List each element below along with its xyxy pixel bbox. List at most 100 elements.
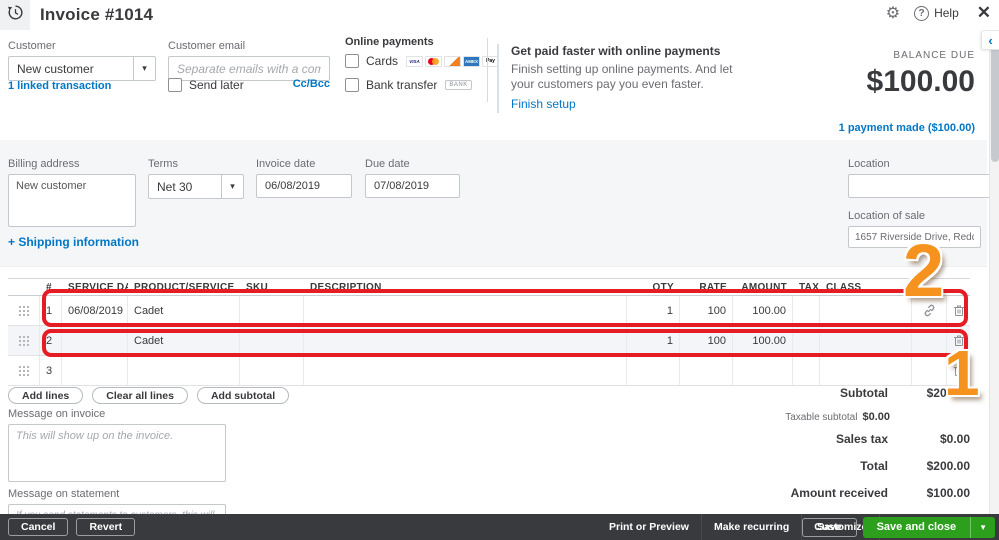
col-header-description: DESCRIPTION	[310, 281, 382, 293]
amount-cell[interactable]: 100.00	[733, 296, 793, 325]
sales-tax-label: Sales tax	[835, 432, 888, 446]
product-cell[interactable]: Cadet	[128, 326, 240, 355]
amount-received-value: $100.00	[926, 486, 970, 500]
col-header-amount: AMOUNT	[741, 281, 787, 293]
balance-due-label: BALANCE DUE	[893, 50, 975, 61]
qty-cell[interactable]: 1	[627, 326, 680, 355]
table-row[interactable]: 1 06/08/2019 Cadet 1 100 100.00	[8, 296, 970, 326]
make-recurring-button[interactable]: Make recurring	[702, 521, 801, 533]
cancel-button[interactable]: Cancel	[8, 518, 69, 536]
gear-icon[interactable]: ⚙	[886, 3, 900, 23]
top-bar: Invoice #1014 ⚙ ? Help ✕	[0, 0, 999, 30]
tax-cell[interactable]	[793, 296, 820, 325]
ccbcc-link[interactable]: Cc/Bcc	[293, 78, 330, 90]
description-cell[interactable]	[304, 356, 627, 385]
shipping-information-link[interactable]: + Shipping information	[8, 235, 139, 249]
due-date-input[interactable]	[365, 174, 460, 198]
revert-button[interactable]: Revert	[76, 518, 136, 536]
mastercard-icon	[425, 55, 443, 67]
chevron-down-icon[interactable]: ▼	[970, 516, 995, 538]
send-later-checkbox[interactable]	[168, 78, 182, 92]
card-brand-icons: VISA AMEX Pay	[406, 55, 500, 67]
location-of-sale-input[interactable]	[848, 226, 981, 248]
print-or-preview-button[interactable]: Print or Preview	[597, 521, 701, 533]
cards-checkbox[interactable]	[345, 54, 359, 68]
amount-cell[interactable]	[733, 356, 793, 385]
class-cell[interactable]	[820, 296, 912, 325]
row-number: 3	[40, 356, 62, 385]
recent-transactions-button[interactable]	[0, 0, 30, 30]
col-header-rate: RATE	[699, 281, 727, 293]
invoice-details-band: Billing address New customer Terms Net 3…	[0, 140, 999, 267]
rate-cell[interactable]: 100	[680, 296, 733, 325]
table-row[interactable]: 2 Cadet 1 100 100.00	[8, 326, 970, 356]
save-and-close-button[interactable]: Save and close ▼	[862, 516, 995, 538]
billing-address-input[interactable]: New customer	[8, 174, 136, 227]
drag-handle-icon[interactable]	[18, 365, 29, 376]
trash-icon[interactable]	[953, 334, 965, 347]
collapse-panel-button[interactable]: ‹	[981, 30, 999, 50]
sku-cell[interactable]	[240, 326, 304, 355]
qty-cell[interactable]: 1	[627, 296, 680, 325]
service-date-cell[interactable]: 06/08/2019	[62, 296, 128, 325]
class-cell[interactable]	[820, 326, 912, 355]
location-input[interactable]	[848, 174, 999, 198]
amount-cell[interactable]: 100.00	[733, 326, 793, 355]
trash-icon[interactable]	[953, 304, 965, 317]
trash-icon[interactable]	[953, 364, 965, 377]
close-icon[interactable]: ✕	[977, 3, 991, 23]
balance-due-amount: $100.00	[866, 65, 975, 98]
sku-cell[interactable]	[240, 296, 304, 325]
add-lines-button[interactable]: Add lines	[8, 387, 84, 404]
drag-handle-icon[interactable]	[18, 305, 29, 316]
subtotal-label: Subtotal	[840, 386, 888, 400]
class-cell[interactable]	[820, 356, 912, 385]
linked-transaction-link[interactable]: 1 linked transaction	[8, 80, 111, 92]
message-on-invoice-input[interactable]	[8, 424, 226, 482]
product-cell[interactable]	[128, 356, 240, 385]
terms-select[interactable]: Net 30 ▾	[148, 174, 244, 199]
drag-handle-icon[interactable]	[18, 335, 29, 346]
product-cell[interactable]: Cadet	[128, 296, 240, 325]
chevron-down-icon[interactable]: ▾	[221, 175, 243, 198]
bank-transfer-checkbox[interactable]	[345, 78, 359, 92]
finish-setup-link[interactable]: Finish setup	[511, 97, 576, 111]
balance-due-block: BALANCE DUE $100.00	[867, 50, 975, 99]
payment-made-link[interactable]: 1 payment made ($100.00)	[839, 122, 975, 134]
col-header-product: PRODUCT/SERVICE	[134, 281, 235, 293]
qty-cell[interactable]	[627, 356, 680, 385]
page-title: Invoice #1014	[40, 5, 154, 24]
tax-cell[interactable]	[793, 326, 820, 355]
chevron-down-icon[interactable]: ▾	[133, 57, 155, 80]
row-number: 2	[40, 326, 62, 355]
location-label: Location	[848, 158, 890, 170]
customer-select[interactable]: New customer ▾	[8, 56, 156, 81]
message-on-invoice-label: Message on invoice	[8, 408, 106, 420]
service-date-cell[interactable]	[62, 356, 128, 385]
location-of-sale-label: Location of sale	[848, 210, 926, 222]
question-mark-icon: ?	[914, 5, 930, 21]
table-row[interactable]: 3	[8, 356, 970, 386]
add-subtotal-button[interactable]: Add subtotal	[196, 387, 290, 404]
rate-cell[interactable]: 100	[680, 326, 733, 355]
chevron-left-icon: ‹	[988, 32, 993, 48]
invoice-date-label: Invoice date	[256, 158, 316, 170]
subtotal-value: $200.00	[926, 386, 970, 400]
col-header-sku: SKU	[246, 281, 269, 293]
description-cell[interactable]	[304, 296, 627, 325]
col-header-class: CLASS	[826, 281, 862, 293]
help-button[interactable]: ? Help	[914, 5, 959, 21]
linked-payment-icon[interactable]	[923, 304, 936, 317]
vertical-scrollbar[interactable]	[989, 30, 999, 514]
send-later-label: Send later	[189, 78, 244, 92]
col-header-qty: QTY	[652, 281, 674, 293]
sku-cell[interactable]	[240, 356, 304, 385]
clear-all-lines-button[interactable]: Clear all lines	[92, 387, 188, 404]
description-cell[interactable]	[304, 326, 627, 355]
rate-cell[interactable]	[680, 356, 733, 385]
invoice-date-input[interactable]	[256, 174, 352, 198]
save-button[interactable]: Save	[802, 517, 857, 537]
message-on-statement-label: Message on statement	[8, 488, 120, 500]
tax-cell[interactable]	[793, 356, 820, 385]
service-date-cell[interactable]	[62, 326, 128, 355]
